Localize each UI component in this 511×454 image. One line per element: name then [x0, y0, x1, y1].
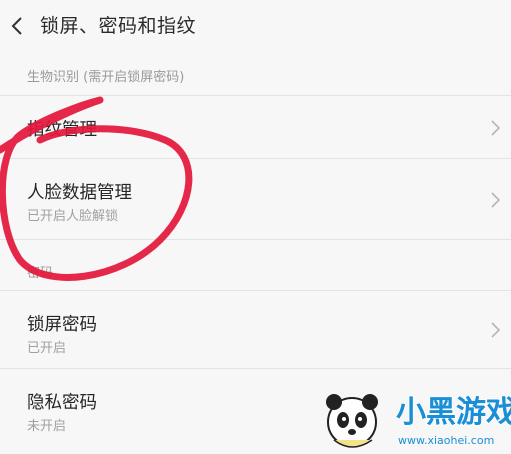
svg-text:小黑游戏: 小黑游戏: [396, 395, 511, 430]
section-header-password: 密码: [27, 266, 54, 281]
lock-screen-password-row[interactable]: 锁屏密码 已开启: [0, 291, 511, 368]
chevron-left-icon: [11, 17, 22, 35]
fingerprint-management-row[interactable]: 指纹管理: [0, 96, 511, 158]
row-status: 未开启: [27, 419, 67, 434]
face-data-management-row[interactable]: 人脸数据管理 已开启人脸解锁: [0, 159, 511, 239]
row-label: 指纹管理: [27, 120, 97, 140]
page-title: 锁屏、密码和指纹: [40, 15, 197, 37]
row-label: 人脸数据管理: [27, 183, 132, 203]
section-header-biometrics: 生物识别 (需开启锁屏密码): [27, 70, 185, 85]
chevron-right-icon: [491, 322, 501, 338]
back-button[interactable]: [8, 14, 30, 38]
svg-text:www.xiaohei.com: www.xiaohei.com: [398, 434, 494, 447]
panda-mascot-icon: [326, 394, 378, 448]
settings-screen: 锁屏、密码和指纹 生物识别 (需开启锁屏密码) 指纹管理 人脸数据管理 已开启人…: [0, 0, 511, 454]
row-status: 已开启人脸解锁: [27, 209, 119, 224]
brand-watermark-logo: 小黑游戏 www.xiaohei.com: [326, 394, 511, 448]
row-label: 隐私密码: [27, 393, 97, 413]
chevron-right-icon: [491, 120, 501, 136]
divider: [0, 239, 511, 240]
chevron-right-icon: [491, 192, 501, 208]
row-label: 锁屏密码: [27, 315, 97, 335]
top-bar: 锁屏、密码和指纹: [0, 0, 511, 52]
row-status: 已开启: [27, 341, 67, 356]
